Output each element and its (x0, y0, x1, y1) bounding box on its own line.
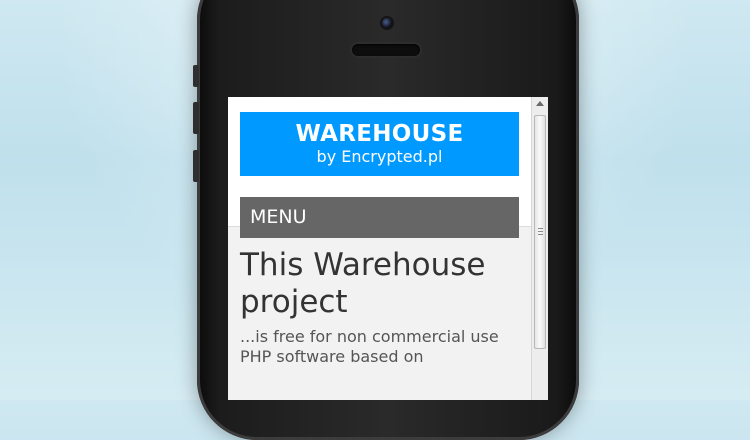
page-header: WAREHOUSE by Encrypted.pl MENU (228, 97, 531, 238)
grip-line (538, 234, 543, 235)
menu-label: MENU (250, 206, 307, 228)
web-page: WAREHOUSE by Encrypted.pl MENU This Ware… (228, 97, 531, 400)
front-camera-icon (382, 18, 392, 28)
volume-down-button (193, 150, 199, 182)
mute-switch (193, 65, 199, 87)
site-subtitle: by Encrypted.pl (316, 147, 443, 166)
heading-line-2: project (240, 284, 348, 320)
page-heading: This Warehouse project (240, 247, 519, 321)
volume-up-button (193, 102, 199, 134)
phone-screen: WAREHOUSE by Encrypted.pl MENU This Ware… (228, 97, 548, 400)
scroll-up-arrow-icon[interactable] (536, 101, 544, 106)
scroll-thumb[interactable] (534, 115, 546, 349)
main-content: This Warehouse project ...is free for no… (228, 227, 531, 367)
grip-line (538, 228, 543, 229)
vertical-scrollbar[interactable] (531, 97, 548, 400)
site-logo[interactable]: WAREHOUSE by Encrypted.pl (240, 112, 519, 176)
intro-paragraph: ...is free for non commercial use PHP so… (240, 327, 519, 367)
heading-line-1: This Warehouse (240, 247, 486, 283)
paragraph-line-2: PHP software based on (240, 347, 424, 366)
speaker-grille (352, 44, 420, 56)
paragraph-line-1: ...is free for non commercial use (240, 327, 499, 346)
site-title: WAREHOUSE (295, 121, 464, 147)
grip-line (538, 231, 543, 232)
